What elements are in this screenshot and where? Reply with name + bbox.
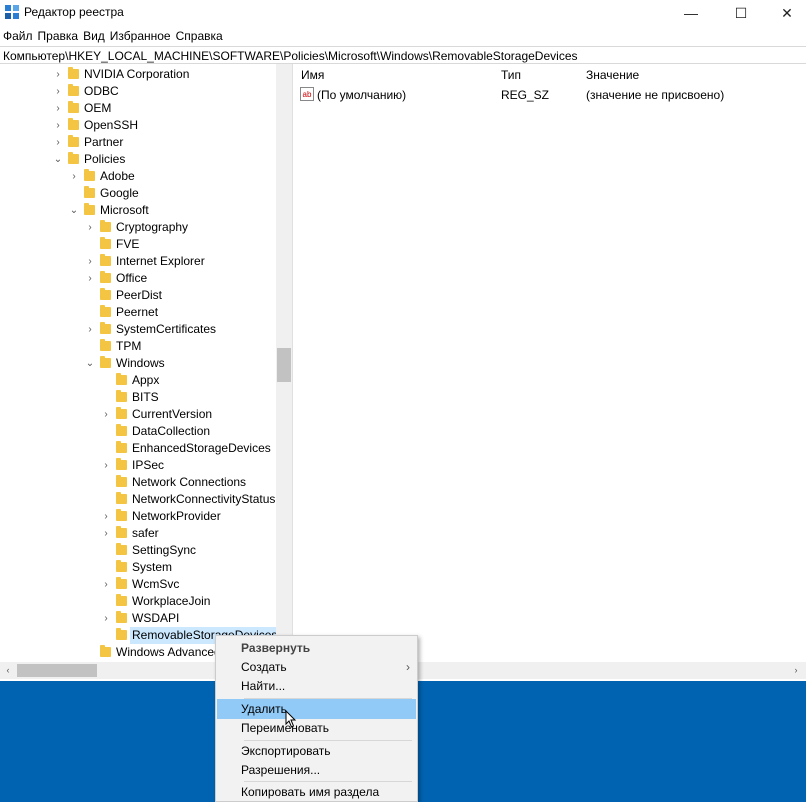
folder-icon	[100, 356, 111, 368]
context-menu: Развернуть Создать › Найти... Удалить Пер…	[215, 635, 418, 802]
registry-editor-window: Редактор реестра — ☐ ✕ Файл Правка Вид Избр…	[0, 0, 806, 681]
registry-tree: › NVIDIA Corporation › ODBC › OEM › OpenSSH …	[0, 64, 276, 662]
scrollbar-thumb[interactable]	[17, 664, 97, 677]
menu-file[interactable]: Файл	[0, 26, 35, 43]
chevron-down-icon[interactable]: ⌄	[84, 355, 96, 372]
menu-item-expand[interactable]: Развернуть	[217, 638, 416, 658]
folder-icon	[116, 441, 127, 453]
close-button[interactable]: ✕	[764, 0, 806, 26]
folder-icon	[100, 322, 111, 334]
folder-icon	[116, 526, 127, 538]
folder-icon	[100, 339, 111, 351]
menu-favorites[interactable]: Избранное	[107, 26, 173, 43]
folder-icon	[100, 254, 111, 266]
chevron-right-icon[interactable]: ›	[52, 66, 64, 83]
folder-icon	[68, 152, 79, 164]
folder-icon	[68, 118, 79, 130]
column-header-value[interactable]: Значение	[586, 68, 639, 82]
folder-icon	[116, 509, 127, 521]
folder-icon	[84, 186, 95, 198]
chevron-right-icon[interactable]: ›	[84, 270, 96, 287]
window-title: Редактор реестра	[24, 5, 124, 19]
menu-item-permissions[interactable]: Разрешения...	[217, 760, 416, 780]
chevron-right-icon[interactable]: ›	[68, 168, 80, 185]
folder-icon	[68, 101, 79, 113]
folder-icon	[116, 475, 127, 487]
menu-item-export[interactable]: Экспортировать	[217, 741, 416, 761]
folder-icon	[100, 237, 111, 249]
folder-icon	[100, 220, 111, 232]
value-data: (значение не присвоено)	[586, 88, 725, 102]
folder-icon	[116, 424, 127, 436]
tree-vertical-scrollbar[interactable]	[276, 64, 292, 662]
menu-edit[interactable]: Правка	[35, 26, 81, 43]
menu-bar: Файл Правка Вид Избранное Справка	[0, 26, 806, 46]
menu-item-find[interactable]: Найти...	[217, 676, 416, 696]
folder-icon	[100, 305, 111, 317]
chevron-down-icon[interactable]: ⌄	[68, 202, 80, 219]
folder-icon	[68, 67, 79, 79]
folder-icon	[116, 560, 127, 572]
chevron-down-icon[interactable]: ⌄	[52, 151, 64, 168]
folder-icon	[84, 169, 95, 181]
registry-editor-icon	[5, 5, 19, 19]
address-bar[interactable]: Компьютер\HKEY_LOCAL_MACHINE\SOFTWARE\Po…	[0, 46, 806, 64]
chevron-right-icon[interactable]: ›	[100, 576, 112, 593]
folder-icon	[116, 611, 127, 623]
folder-icon	[116, 492, 127, 504]
string-value-icon: ab	[300, 87, 314, 101]
menu-item-create[interactable]: Создать ›	[217, 657, 416, 677]
column-header-type[interactable]: Тип	[501, 68, 521, 82]
folder-icon	[100, 645, 111, 657]
chevron-right-icon[interactable]: ›	[52, 83, 64, 100]
chevron-right-icon[interactable]: ›	[52, 134, 64, 151]
folder-icon	[116, 407, 127, 419]
values-pane: Имя Тип Значение ab (По умолчанию) REG_S…	[298, 64, 806, 662]
folder-icon	[100, 288, 111, 300]
chevron-right-icon[interactable]: ›	[100, 610, 112, 627]
chevron-right-icon[interactable]: ›	[84, 219, 96, 236]
folder-icon	[116, 458, 127, 470]
scrollbar-thumb[interactable]	[277, 348, 291, 382]
menu-view[interactable]: Вид	[80, 26, 107, 43]
title-bar: Редактор реестра — ☐ ✕	[0, 0, 806, 26]
folder-icon	[68, 135, 79, 147]
folder-icon	[116, 628, 127, 640]
chevron-right-icon[interactable]: ›	[100, 525, 112, 542]
column-header-name[interactable]: Имя	[301, 68, 324, 82]
chevron-right-icon[interactable]: ›	[52, 100, 64, 117]
mouse-cursor-icon	[285, 710, 297, 728]
scroll-left-icon[interactable]: ‹	[0, 662, 16, 679]
value-type: REG_SZ	[501, 88, 550, 102]
menu-item-copy-key-name[interactable]: Копировать имя раздела	[217, 782, 416, 802]
value-name[interactable]: (По умолчанию)	[317, 88, 406, 102]
chevron-right-icon[interactable]: ›	[52, 117, 64, 134]
chevron-right-icon: ›	[406, 660, 410, 674]
chevron-right-icon[interactable]: ›	[100, 508, 112, 525]
folder-icon	[84, 203, 95, 215]
menu-item-rename[interactable]: Переименовать	[217, 718, 416, 738]
chevron-right-icon[interactable]: ›	[100, 457, 112, 474]
menu-help[interactable]: Справка	[173, 26, 225, 43]
folder-icon	[116, 390, 127, 402]
folder-icon	[116, 373, 127, 385]
folder-icon	[116, 594, 127, 606]
chevron-right-icon[interactable]: ›	[84, 321, 96, 338]
folder-icon	[116, 577, 127, 589]
scroll-right-icon[interactable]: ›	[788, 662, 804, 679]
folder-icon	[116, 543, 127, 555]
minimize-button[interactable]: —	[668, 0, 714, 26]
chevron-right-icon[interactable]: ›	[100, 406, 112, 423]
folder-icon	[68, 84, 79, 96]
menu-item-delete[interactable]: Удалить	[217, 699, 416, 719]
maximize-button[interactable]: ☐	[718, 0, 764, 26]
folder-icon	[100, 271, 111, 283]
chevron-right-icon[interactable]: ›	[84, 253, 96, 270]
